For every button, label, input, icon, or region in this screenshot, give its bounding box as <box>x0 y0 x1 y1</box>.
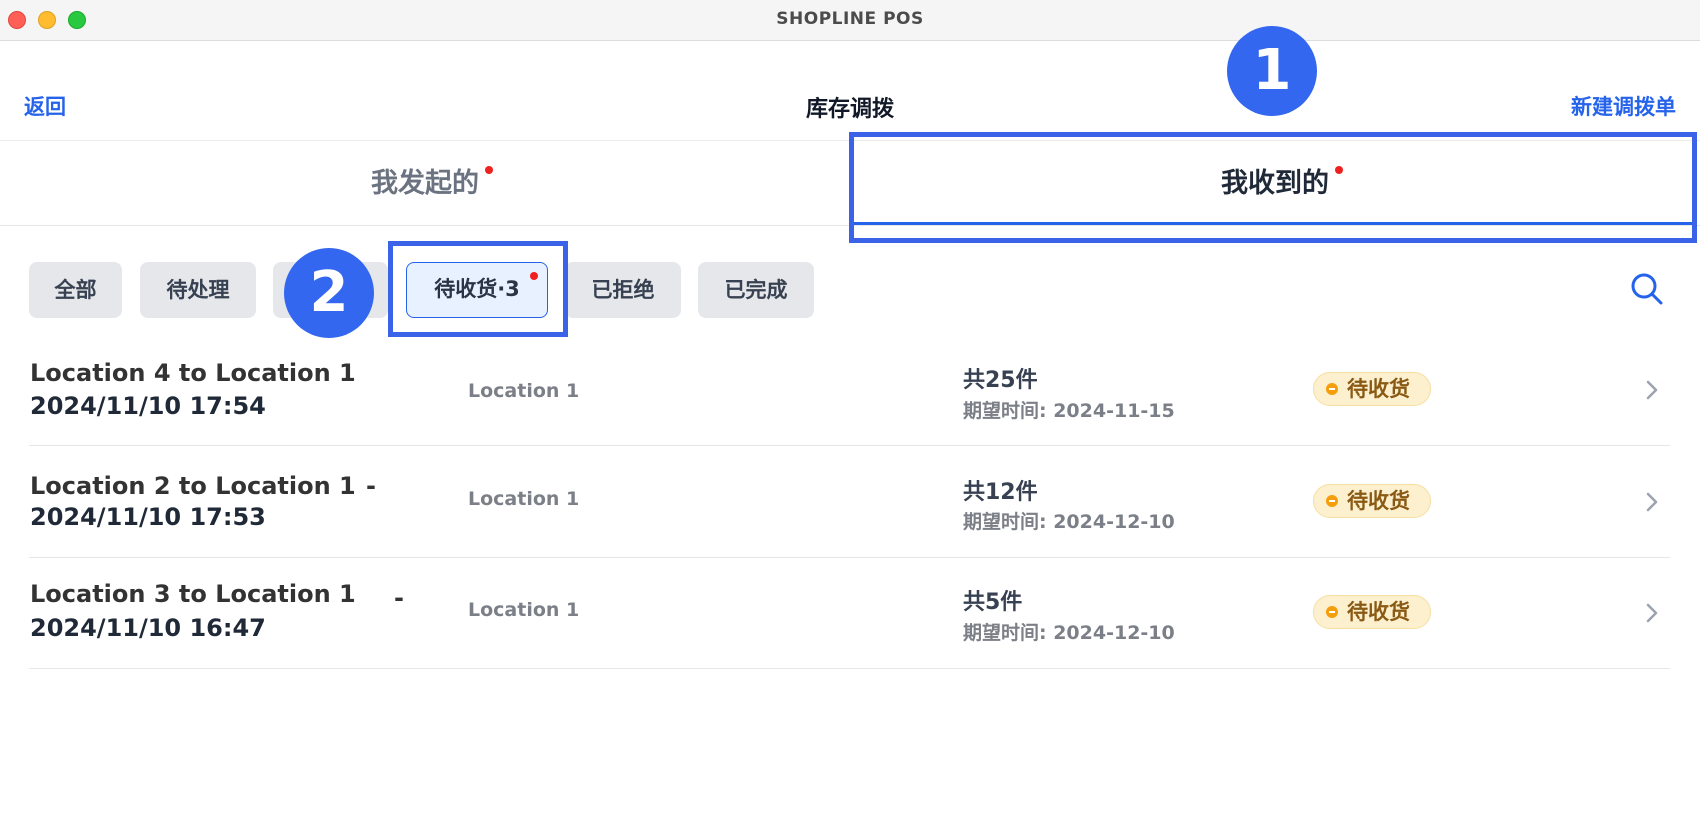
unread-dot <box>1335 166 1343 174</box>
status-badge: 待收货 <box>1313 484 1431 518</box>
chevron-right-icon <box>1646 492 1658 512</box>
active-tab-indicator <box>853 222 1697 225</box>
tab-initiated[interactable]: 我发起的 <box>0 141 850 226</box>
transfer-dash: - <box>366 472 376 500</box>
transfer-datetime: 2024/11/10 17:53 <box>30 503 266 531</box>
tab-initiated-label: 我发起的 <box>371 168 479 199</box>
filter-pending[interactable]: 待处理 <box>140 262 256 318</box>
new-transfer-button[interactable]: 新建调拨单 <box>1571 91 1676 121</box>
status-text: 待收货 <box>1347 489 1410 513</box>
transfer-count: 共12件 <box>963 480 1038 505</box>
transfer-row[interactable]: Location 2 to Location 1 - 2024/11/10 17… <box>29 446 1670 558</box>
navigation-bar: 返回 库存调拨 新建调拨单 <box>0 41 1700 141</box>
unread-dot <box>485 166 493 174</box>
filter-completed[interactable]: 已完成 <box>698 262 814 318</box>
search-icon[interactable] <box>1630 272 1664 306</box>
transfer-row[interactable]: Location 4 to Location 1 2024/11/10 17:5… <box>29 345 1670 446</box>
window-title: SHOPLINE POS <box>776 9 924 29</box>
tab-received-label: 我收到的 <box>1221 168 1329 199</box>
transfer-count: 共25件 <box>963 368 1038 393</box>
transfer-route: Location 2 to Location 1 <box>30 472 356 500</box>
transfer-dash: - <box>394 584 404 612</box>
pending-status-icon <box>1326 495 1338 507</box>
transfer-location: Location 1 <box>468 488 580 510</box>
unread-dot <box>530 272 538 280</box>
transfer-expected-time: 期望时间: 2024-12-10 <box>963 622 1175 644</box>
transfer-count: 共5件 <box>963 590 1023 615</box>
tab-received[interactable]: 我收到的 <box>850 141 1700 226</box>
transfer-datetime: 2024/11/10 17:54 <box>30 392 266 420</box>
transfer-route: Location 3 to Location 1 <box>30 580 356 608</box>
transfer-route: Location 4 to Location 1 <box>30 359 356 387</box>
filter-awaiting-receipt[interactable]: 待收货·3 <box>406 262 548 318</box>
transfer-location: Location 1 <box>468 599 580 621</box>
pending-status-icon <box>1326 383 1338 395</box>
page-title: 库存调拨 <box>805 97 894 122</box>
filter-hidden-chip[interactable] <box>273 262 388 318</box>
transfer-location: Location 1 <box>468 380 580 402</box>
status-badge: 待收货 <box>1313 595 1431 629</box>
filter-rejected[interactable]: 已拒绝 <box>565 262 681 318</box>
tab-bar: 我发起的 我收到的 <box>0 141 1700 226</box>
status-text: 待收货 <box>1347 600 1410 624</box>
filter-all[interactable]: 全部 <box>29 262 122 318</box>
chevron-right-icon <box>1646 603 1658 623</box>
status-text: 待收货 <box>1347 377 1410 401</box>
pending-status-icon <box>1326 606 1338 618</box>
transfer-expected-time: 期望时间: 2024-11-15 <box>963 400 1175 422</box>
status-badge: 待收货 <box>1313 372 1431 406</box>
transfer-datetime: 2024/11/10 16:47 <box>30 614 266 642</box>
transfer-expected-time: 期望时间: 2024-12-10 <box>963 511 1175 533</box>
filter-awaiting-receipt-label: 待收货·3 <box>434 277 520 301</box>
transfer-row[interactable]: Location 3 to Location 1 - 2024/11/10 16… <box>29 558 1670 669</box>
window-titlebar: SHOPLINE POS <box>0 0 1700 41</box>
chevron-right-icon <box>1646 380 1658 400</box>
